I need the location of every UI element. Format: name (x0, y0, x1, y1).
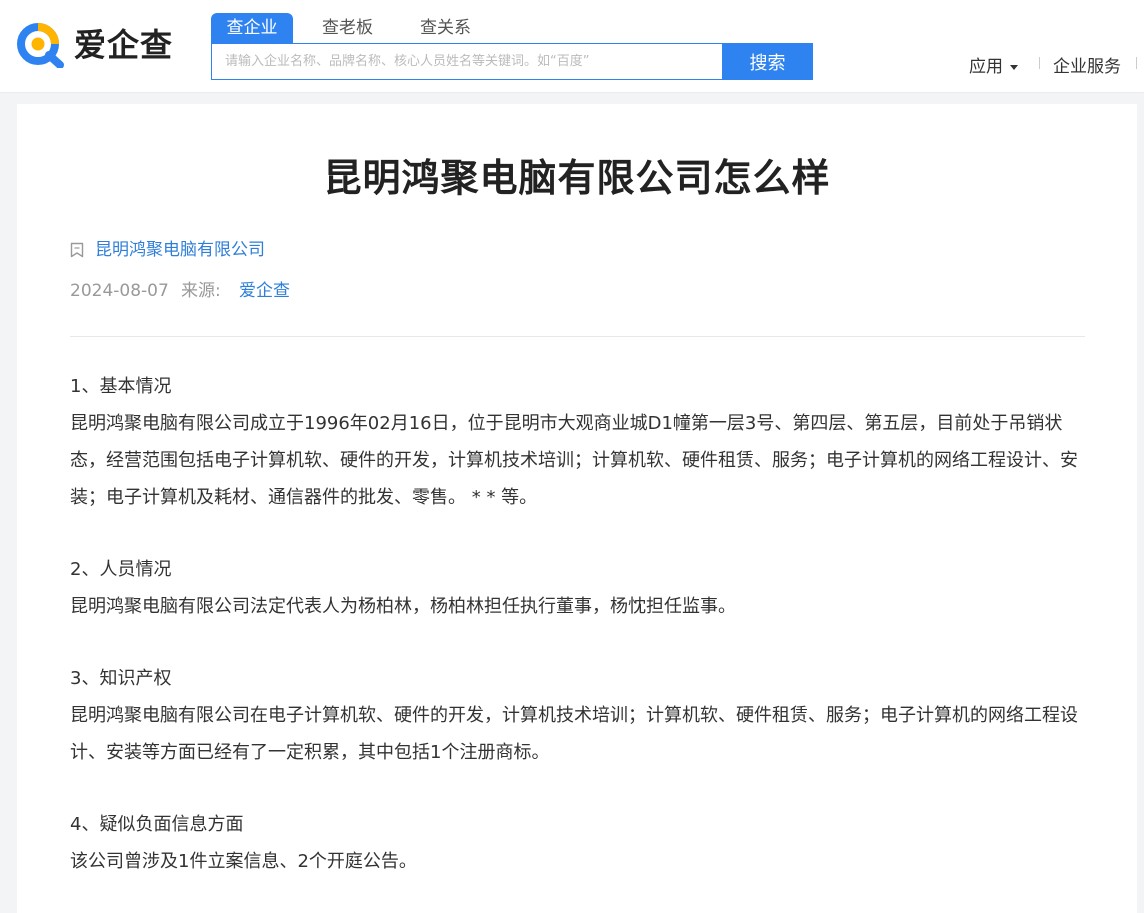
source-link[interactable]: 爱企查 (239, 281, 290, 301)
app-menu-label: 应用 (969, 57, 1003, 77)
enterprise-service-link[interactable]: 企业服务 (1053, 52, 1121, 77)
section-heading: 3、知识产权 (70, 668, 172, 689)
app-menu[interactable]: 应用 (969, 52, 1018, 77)
section-negative-info: 4、疑似负面信息方面 该公司曾涉及1件立案信息、2个开庭公告。 (70, 807, 1085, 880)
tab-boss[interactable]: 查老板 (322, 13, 373, 43)
source-label: 来源: (181, 281, 221, 301)
section-body: 昆明鸿聚电脑有限公司成立于1996年02月16日，位于昆明市大观商业城D1幢第一… (70, 413, 1078, 508)
search-input[interactable] (212, 44, 723, 79)
section-ip: 3、知识产权 昆明鸿聚电脑有限公司在电子计算机软、硬件的开发，计算机技术培训；计… (70, 661, 1085, 771)
search-button[interactable]: 搜索 (722, 43, 813, 80)
top-header: 爱企查 查企业 查老板 查关系 搜索 应用 企业服务 (0, 0, 1144, 93)
publish-date: 2024-08-07 (70, 281, 169, 301)
logo-text: 爱企查 (74, 26, 174, 64)
company-tag-link[interactable]: 昆明鸿聚电脑有限公司 (95, 240, 265, 260)
article-card: 昆明鸿聚电脑有限公司怎么样 昆明鸿聚电脑有限公司 2024-08-07 来源: … (17, 104, 1137, 913)
search-box: 搜索 (211, 43, 813, 80)
section-basic-info: 1、基本情况 昆明鸿聚电脑有限公司成立于1996年02月16日，位于昆明市大观商… (70, 369, 1085, 516)
logo-magnifier-icon (17, 23, 64, 68)
nav-divider (1136, 57, 1137, 69)
tab-company[interactable]: 查企业 (211, 13, 293, 43)
section-body: 该公司曾涉及1件立案信息、2个开庭公告。 (70, 851, 417, 872)
caret-down-icon (1010, 64, 1018, 70)
section-personnel: 2、人员情况 昆明鸿聚电脑有限公司法定代表人为杨柏林，杨柏林担任执行董事，杨忱担… (70, 552, 1085, 625)
nav-divider (1039, 57, 1040, 69)
section-body: 昆明鸿聚电脑有限公司在电子计算机软、硬件的开发，计算机技术培训；计算机软、硬件租… (70, 705, 1078, 763)
page-title: 昆明鸿聚电脑有限公司怎么样 (323, 156, 831, 200)
divider (70, 336, 1085, 337)
section-heading: 2、人员情况 (70, 559, 172, 580)
article-content: 1、基本情况 昆明鸿聚电脑有限公司成立于1996年02月16日，位于昆明市大观商… (70, 369, 1085, 913)
tab-relation[interactable]: 查关系 (420, 13, 471, 43)
section-heading: 1、基本情况 (70, 376, 172, 397)
site-logo[interactable]: 爱企查 (16, 21, 186, 69)
section-body: 昆明鸿聚电脑有限公司法定代表人为杨柏林，杨柏林担任执行董事，杨忱担任监事。 (70, 596, 736, 617)
section-heading: 4、疑似负面信息方面 (70, 814, 244, 835)
bookmark-icon (70, 242, 84, 258)
